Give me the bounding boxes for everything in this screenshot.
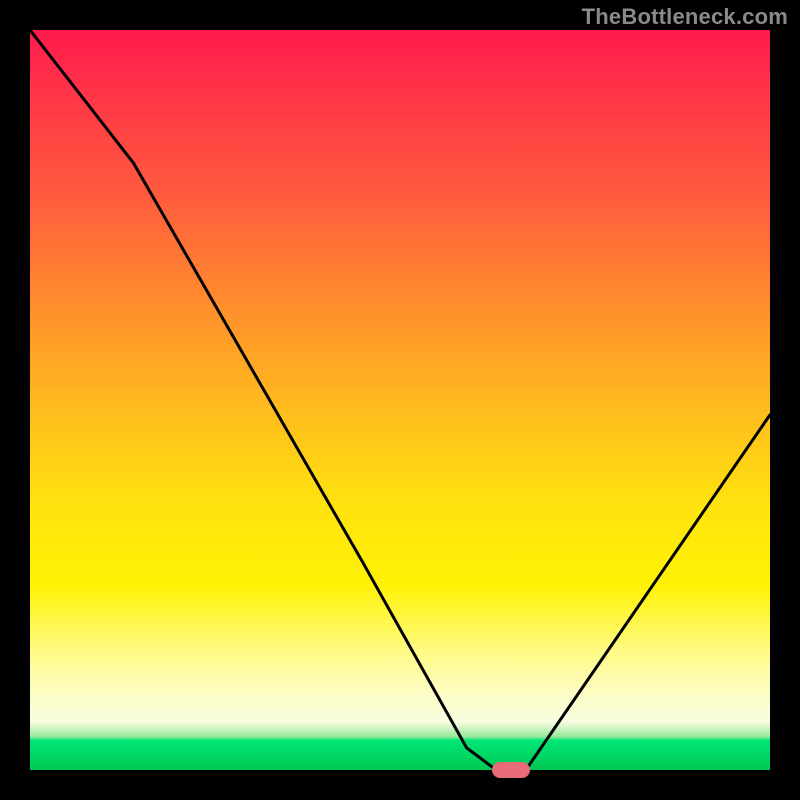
plot-area <box>30 30 770 770</box>
bottleneck-curve <box>30 30 770 770</box>
chart-frame: TheBottleneck.com <box>0 0 800 800</box>
optimal-marker <box>492 762 530 778</box>
watermark-text: TheBottleneck.com <box>582 4 788 30</box>
curve-path <box>30 30 770 770</box>
